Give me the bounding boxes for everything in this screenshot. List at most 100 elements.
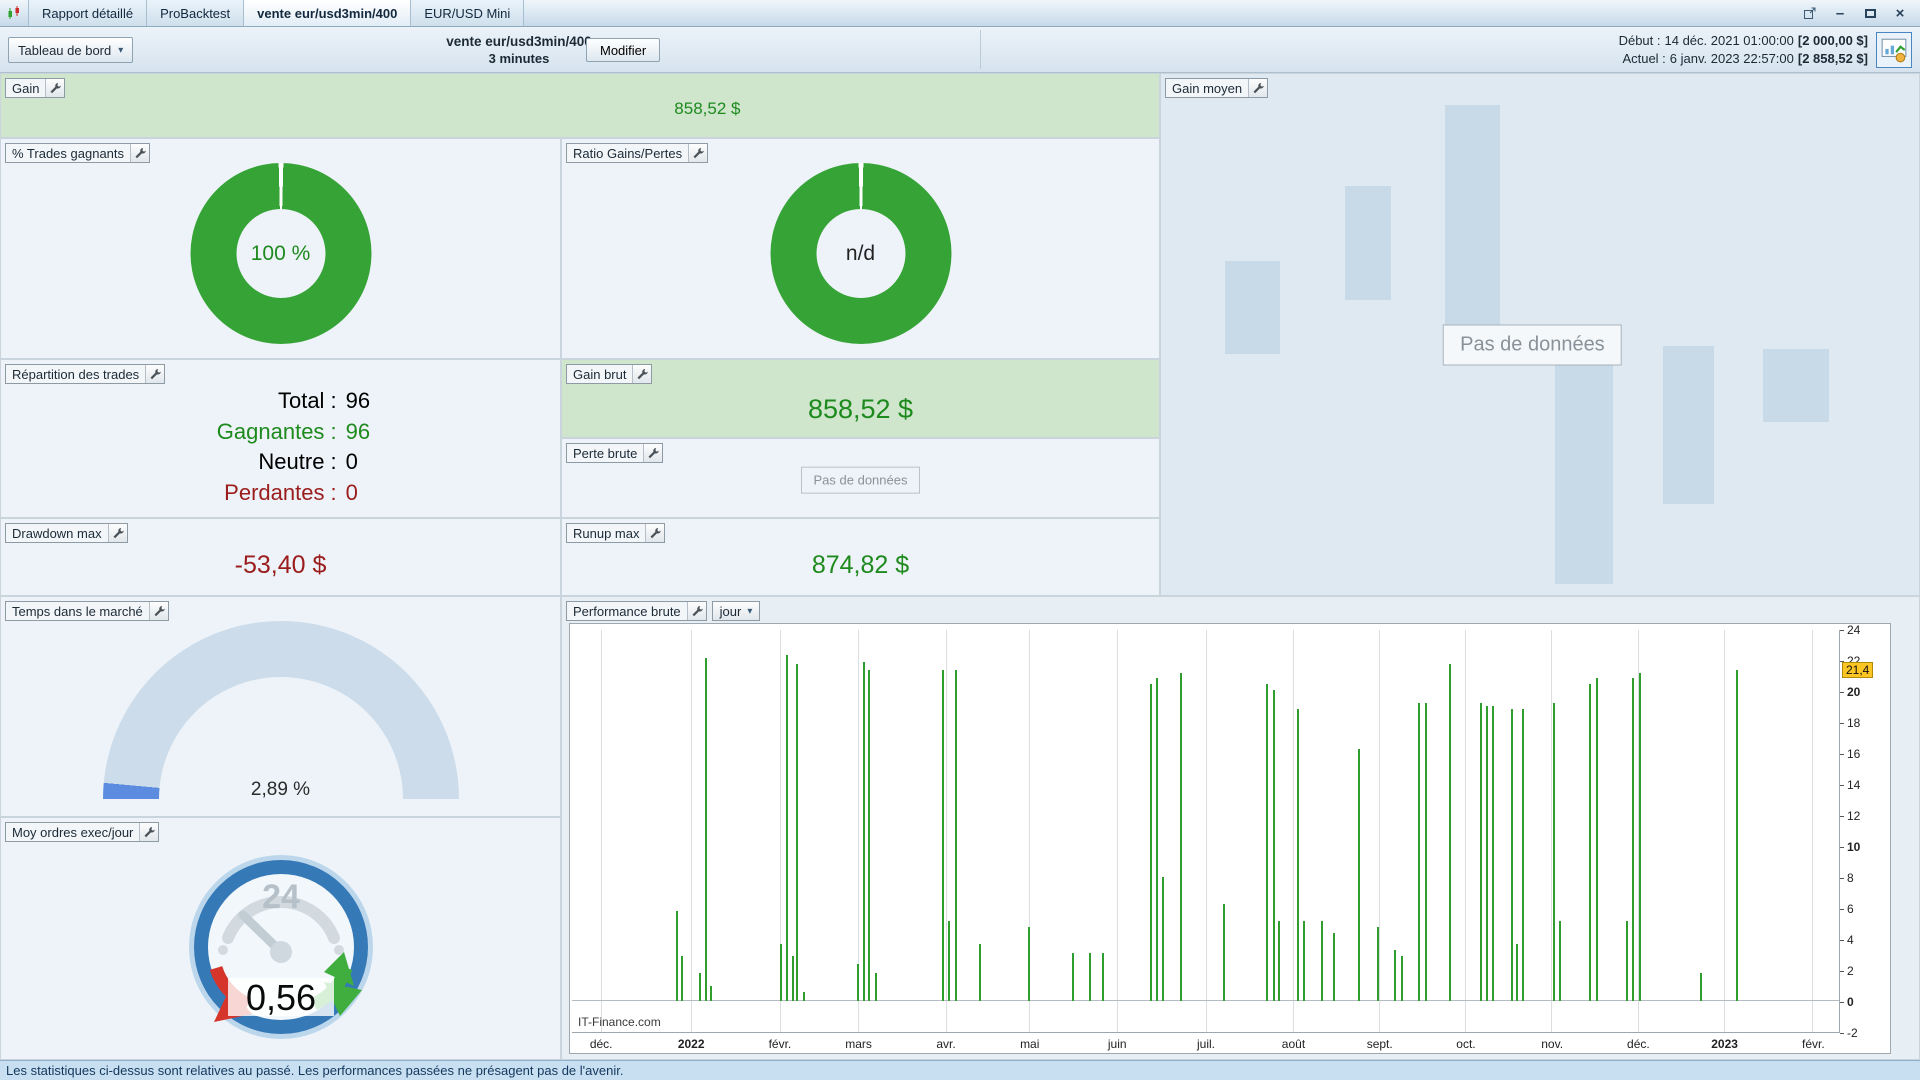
tab-label: EUR/USD Mini xyxy=(424,5,511,21)
ratio-value: n/d xyxy=(845,241,876,265)
gain-moyen-panel-tag: Gain moyen xyxy=(1165,78,1269,98)
distribution-row-total: Total : 96 xyxy=(127,386,457,417)
backtest-dates: Début :14 déc. 2021 01:00:00 [2 000,00 $]… xyxy=(1619,32,1868,68)
strategy-timeframe: 3 minutes xyxy=(488,51,550,66)
panel-gain-moyen: Gain moyen Pas de données xyxy=(1160,73,1920,596)
status-bar: Les statistiques ci-dessus sont relative… xyxy=(0,1060,1920,1080)
wrench-icon[interactable] xyxy=(107,524,127,542)
wrench-icon[interactable] xyxy=(632,365,652,383)
avg-orders-panel-title: Moy ordres exec/jour xyxy=(12,824,134,840)
runup-panel-title: Runup max xyxy=(573,525,640,541)
probacktest-window: Rapport détaillé ProBacktest vente eur/u… xyxy=(0,0,1920,1080)
distribution-panel-title: Répartition des trades xyxy=(12,366,140,382)
win-rate-donut: 100 % xyxy=(190,163,371,344)
gain-value: 858,52 $ xyxy=(674,98,741,118)
strategy-name: vente eur/usd3min/400 xyxy=(446,34,592,49)
current-label: Actuel : xyxy=(1622,51,1666,66)
win-rate-panel-title: % Trades gagnants xyxy=(12,145,125,161)
tab-label: vente eur/usd3min/400 xyxy=(257,5,398,21)
drawdown-value: -53,40 $ xyxy=(234,551,327,579)
wrench-icon[interactable] xyxy=(145,365,165,383)
donut-hole: n/d xyxy=(816,209,905,298)
chevron-down-icon: ▾ xyxy=(118,44,124,56)
gain-panel-title: Gain xyxy=(12,80,40,96)
row-value: 96 xyxy=(345,418,371,444)
row-label: Neutre : xyxy=(258,449,337,474)
maximize-icon xyxy=(1864,8,1876,18)
minimize-button[interactable]: – xyxy=(1828,3,1852,23)
titlebar-tabs: Rapport détaillé ProBacktest vente eur/u… xyxy=(28,0,525,26)
tab-eurusd-mini[interactable]: EUR/USD Mini xyxy=(411,0,525,26)
performance-plot-area[interactable] xyxy=(572,630,1840,1033)
wrench-icon[interactable] xyxy=(686,602,706,620)
time-in-market-panel-title: Temps dans le marché xyxy=(12,603,143,619)
toolbar-separator xyxy=(980,30,981,69)
start-date-line: Début :14 déc. 2021 01:00:00 [2 000,00 $] xyxy=(1619,32,1868,50)
gross-loss-panel-title: Perte brute xyxy=(573,445,638,461)
disclaimer-text: Les statistiques ci-dessus sont relative… xyxy=(6,1063,624,1078)
row-value: 0 xyxy=(345,479,358,505)
gross-gain-value: 858,52 $ xyxy=(807,394,914,424)
chevron-down-icon: ▾ xyxy=(747,605,753,617)
wrench-icon[interactable] xyxy=(688,144,708,162)
drawdown-panel-tag: Drawdown max xyxy=(5,523,128,543)
maximize-button[interactable] xyxy=(1858,3,1882,23)
close-button[interactable]: × xyxy=(1888,3,1912,23)
panel-gross-loss: Perte brute Pas de données xyxy=(561,438,1160,518)
distribution-row-losing: Perdantes : 0 xyxy=(127,478,457,509)
panel-avg-orders-per-day: Moy ordres exec/jour 24 0,56 xyxy=(0,817,561,1060)
donut-hole: 100 % xyxy=(236,209,325,298)
gross-gain-panel-tag: Gain brut xyxy=(566,364,653,384)
panel-gain: Gain 858,52 $ xyxy=(0,73,1160,138)
panel-time-in-market: Temps dans le marché 2,89 % xyxy=(0,596,561,817)
time-in-market-value: 2,89 % xyxy=(250,779,311,800)
detach-window-icon[interactable] xyxy=(1798,3,1822,23)
wrench-icon[interactable] xyxy=(1248,79,1268,97)
distribution-row-winning: Gagnantes : 96 xyxy=(127,417,457,448)
tab-label: Rapport détaillé xyxy=(42,5,134,21)
performance-x-axis: déc. 2022 févr. mars avr. mai juin juil. août sep… xyxy=(589,1037,1825,1051)
watermark: IT-Finance.com xyxy=(578,1015,661,1029)
time-in-market-gauge xyxy=(102,621,459,799)
ratio-panel-tag: Ratio Gains/Pertes xyxy=(566,143,709,163)
dashboard-view-dropdown[interactable]: Tableau de bord ▾ xyxy=(8,37,134,63)
start-label: Début : xyxy=(1618,33,1661,48)
panel-runup-max: Runup max 874,82 $ xyxy=(561,518,1160,596)
tab-probacktest[interactable]: ProBacktest xyxy=(147,0,245,26)
row-label: Total : xyxy=(277,388,337,413)
wrench-icon[interactable] xyxy=(130,144,150,162)
row-label: Perdantes : xyxy=(224,479,337,505)
panel-gross-performance: Performance brute jour ▾ 24 22 20 18 16 14 12 1… xyxy=(561,596,1920,1060)
view-dropdown-label: Tableau de bord xyxy=(18,42,112,58)
tab-rapport-detaille[interactable]: Rapport détaillé xyxy=(29,0,148,26)
wrench-icon[interactable] xyxy=(45,79,65,97)
ratio-donut: n/d xyxy=(770,163,951,344)
gross-loss-panel-tag: Perte brute xyxy=(566,443,664,463)
tab-vente-eurusd[interactable]: vente eur/usd3min/400 xyxy=(244,0,412,26)
wrench-icon[interactable] xyxy=(643,444,663,462)
distribution-panel-tag: Répartition des trades xyxy=(5,364,166,384)
wrench-icon[interactable] xyxy=(139,823,159,841)
titlebar: Rapport détaillé ProBacktest vente eur/u… xyxy=(0,0,1920,27)
app-icon xyxy=(0,0,28,26)
win-rate-panel-tag: % Trades gagnants xyxy=(5,143,151,163)
orders-per-day-dial: 24 0,56 xyxy=(186,852,376,1042)
period-dropdown-label: jour xyxy=(719,603,742,619)
avg-orders-panel-tag: Moy ordres exec/jour xyxy=(5,822,160,842)
wrench-icon[interactable] xyxy=(645,524,665,542)
win-rate-value: 100 % xyxy=(250,241,311,265)
gross-gain-panel-title: Gain brut xyxy=(573,366,627,382)
wrench-icon[interactable] xyxy=(148,602,168,620)
runup-panel-tag: Runup max xyxy=(566,523,666,543)
period-dropdown[interactable]: jour ▾ xyxy=(711,601,761,621)
modify-button[interactable]: Modifier xyxy=(586,38,661,62)
dial-label: 24 xyxy=(262,878,300,916)
current-amount: [2 858,52 $] xyxy=(1797,51,1868,66)
report-config-icon[interactable] xyxy=(1876,32,1912,68)
performance-panel-title: Performance brute xyxy=(573,603,681,619)
performance-y-axis: 24 22 20 18 16 14 12 10 8 6 4 2 0 -2 21,4 xyxy=(1839,623,1890,1040)
runup-value: 874,82 $ xyxy=(811,551,910,579)
performance-chart: 24 22 20 18 16 14 12 10 8 6 4 2 0 -2 21,4 déc. 2022 févr… xyxy=(569,623,1891,1054)
performance-panel-tag: Performance brute xyxy=(566,601,707,621)
panel-gross-gain: Gain brut 858,52 $ xyxy=(561,359,1160,438)
